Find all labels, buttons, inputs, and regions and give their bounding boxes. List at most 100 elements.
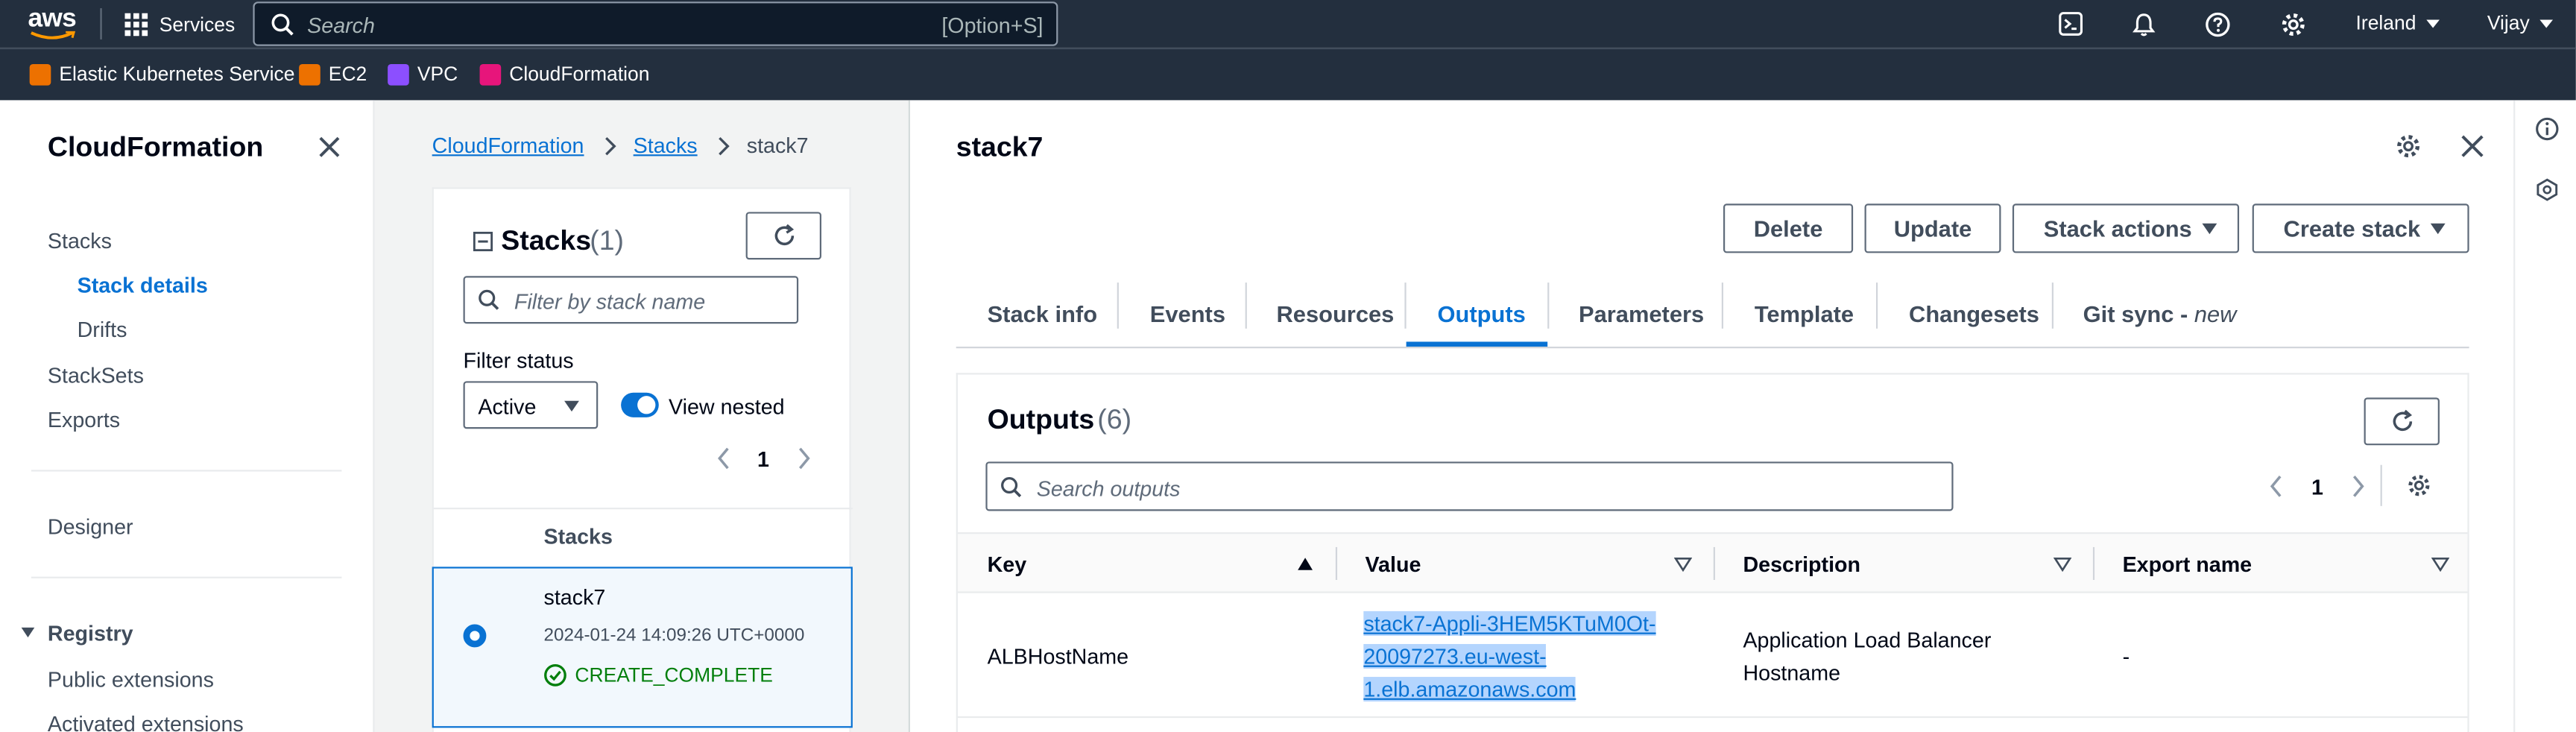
sort-icon[interactable] — [2431, 557, 2450, 572]
caret-down-icon — [2539, 19, 2553, 28]
grid-icon — [124, 13, 148, 37]
output-value-link[interactable]: stack7-Appli-3HEM5KTuM0Ot- 20097273.eu-w… — [1363, 608, 1656, 706]
stacks-count: (1) — [590, 224, 625, 256]
stacks-list-panel: CloudFormation Stacks stack7 Stacks (1) … — [374, 100, 928, 732]
breadcrumb-stacks[interactable]: Stacks — [634, 133, 698, 158]
chevron-right-icon[interactable] — [2351, 475, 2366, 498]
nav-public-extensions[interactable]: Public extensions — [48, 667, 214, 692]
stack-row-selected[interactable]: stack7 2024-01-24 14:09:26 UTC+0000 CREA… — [432, 567, 853, 728]
nav-divider — [31, 576, 342, 578]
nav-stacksets[interactable]: StackSets — [48, 363, 144, 388]
column-divider[interactable] — [1713, 546, 1715, 581]
console-root: aws Services Search [Option+S] Ireland V… — [0, 0, 2576, 732]
outputs-count: (6) — [1097, 404, 1132, 436]
stacks-page-number[interactable]: 1 — [757, 447, 769, 471]
delete-button[interactable]: Delete — [1723, 203, 1854, 253]
nav-exports[interactable]: Exports — [48, 408, 120, 432]
sidenav-title[interactable]: CloudFormation — [48, 131, 263, 164]
divider — [2380, 464, 2382, 506]
column-header-export-name[interactable]: Export name — [2123, 552, 2253, 577]
column-divider[interactable] — [1335, 546, 1338, 581]
breadcrumb-cloudformation[interactable]: CloudFormation — [432, 133, 584, 158]
favorite-ec2[interactable]: EC2 — [299, 61, 367, 87]
filter-status-label: Filter status — [463, 348, 574, 373]
refresh-icon — [774, 224, 795, 245]
filter-status-select[interactable]: Active — [463, 381, 599, 429]
close-icon[interactable] — [319, 136, 341, 158]
right-utility-rail — [2513, 100, 2576, 732]
divider — [433, 508, 853, 510]
column-divider[interactable] — [2092, 546, 2095, 581]
tab-parameters[interactable]: Parameters — [1579, 280, 1704, 349]
create-stack-button[interactable]: Create stack — [2252, 203, 2469, 253]
update-button[interactable]: Update — [1864, 203, 2001, 253]
chevron-left-icon[interactable] — [716, 447, 731, 470]
favorite-cloudformation[interactable]: CloudFormation — [479, 61, 649, 87]
settings-gear-icon[interactable] — [2395, 133, 2421, 160]
nav-designer[interactable]: Designer — [48, 514, 133, 539]
stack-detail-title: stack7 — [956, 131, 1044, 163]
services-menu-button[interactable]: Services — [124, 11, 235, 37]
collapse-icon[interactable] — [473, 231, 493, 252]
tab-git-sync[interactable]: Git sync - new — [2083, 280, 2237, 349]
column-header-description[interactable]: Description — [1743, 552, 1860, 577]
breadcrumb-current: stack7 — [746, 133, 809, 158]
settings-gear-icon[interactable] — [2280, 11, 2306, 37]
help-icon[interactable] — [2205, 11, 2231, 37]
search-icon — [1001, 476, 1022, 498]
tab-divider — [1245, 283, 1247, 329]
table-settings-gear-icon[interactable] — [2407, 473, 2431, 498]
aws-logo[interactable]: aws — [28, 3, 77, 42]
tab-resources[interactable]: Resources — [1277, 280, 1395, 349]
chevron-right-icon[interactable] — [797, 447, 812, 470]
tab-outputs[interactable]: Outputs — [1438, 280, 1526, 349]
top-navigation-bar: aws Services Search [Option+S] Ireland V… — [0, 0, 2576, 48]
sort-icon[interactable] — [2053, 557, 2072, 572]
nav-registry-section[interactable]: Registry — [48, 621, 133, 646]
chevron-left-icon[interactable] — [2269, 475, 2284, 498]
sort-ascending-icon[interactable] — [1296, 555, 1314, 572]
tab-divider — [1721, 283, 1723, 329]
output-export-name: - — [2122, 643, 2130, 669]
nav-stacks[interactable]: Stacks — [48, 228, 112, 253]
tab-divider — [1404, 283, 1407, 329]
nav-stack-details[interactable]: Stack details — [78, 273, 208, 297]
global-search-input[interactable]: Search [Option+S] — [253, 1, 1058, 46]
stack-row-radio[interactable] — [463, 624, 487, 648]
sort-icon[interactable] — [1673, 557, 1693, 572]
close-icon[interactable] — [2461, 135, 2484, 158]
tab-stack-info[interactable]: Stack info — [988, 280, 1097, 349]
refresh-outputs-button[interactable] — [2364, 397, 2440, 446]
search-icon — [271, 13, 294, 36]
favorite-vpc[interactable]: VPC — [388, 61, 458, 87]
tab-template[interactable]: Template — [1755, 280, 1854, 349]
region-selector[interactable]: Ireland — [2356, 11, 2441, 34]
view-nested-toggle[interactable] — [621, 392, 659, 417]
chevron-right-icon — [604, 136, 616, 155]
info-icon[interactable] — [2535, 116, 2560, 141]
nav-activated-extensions[interactable]: Activated extensions — [48, 711, 244, 732]
output-key: ALBHostName — [987, 643, 1129, 669]
vpc-service-icon — [388, 63, 409, 85]
column-header-value[interactable]: Value — [1366, 552, 1421, 577]
favorite-eks[interactable]: Elastic Kubernetes Service — [29, 61, 294, 87]
caret-down-icon — [2430, 223, 2446, 235]
caret-down-icon — [2425, 19, 2440, 28]
account-menu[interactable]: Vijay — [2487, 11, 2554, 34]
column-header-key[interactable]: Key — [988, 552, 1027, 577]
tab-changesets[interactable]: Changesets — [1909, 280, 2039, 349]
tab-divider — [1117, 283, 1119, 329]
outputs-search-input[interactable]: Search outputs — [985, 461, 1954, 511]
tab-events[interactable]: Events — [1150, 280, 1225, 349]
application-composer-icon[interactable] — [2535, 177, 2560, 202]
caret-down-icon[interactable] — [19, 625, 36, 641]
stack-actions-button[interactable]: Stack actions — [2012, 203, 2240, 253]
outputs-page-number[interactable]: 1 — [2311, 475, 2323, 499]
notifications-bell-icon[interactable] — [2131, 11, 2157, 37]
nav-drifts[interactable]: Drifts — [78, 317, 127, 341]
stack-name[interactable]: stack7 — [544, 585, 606, 610]
eks-service-icon — [29, 63, 51, 85]
refresh-stacks-button[interactable] — [745, 212, 821, 260]
cloudshell-icon[interactable] — [2059, 11, 2083, 36]
stack-filter-input[interactable]: Filter by stack name — [463, 276, 799, 324]
